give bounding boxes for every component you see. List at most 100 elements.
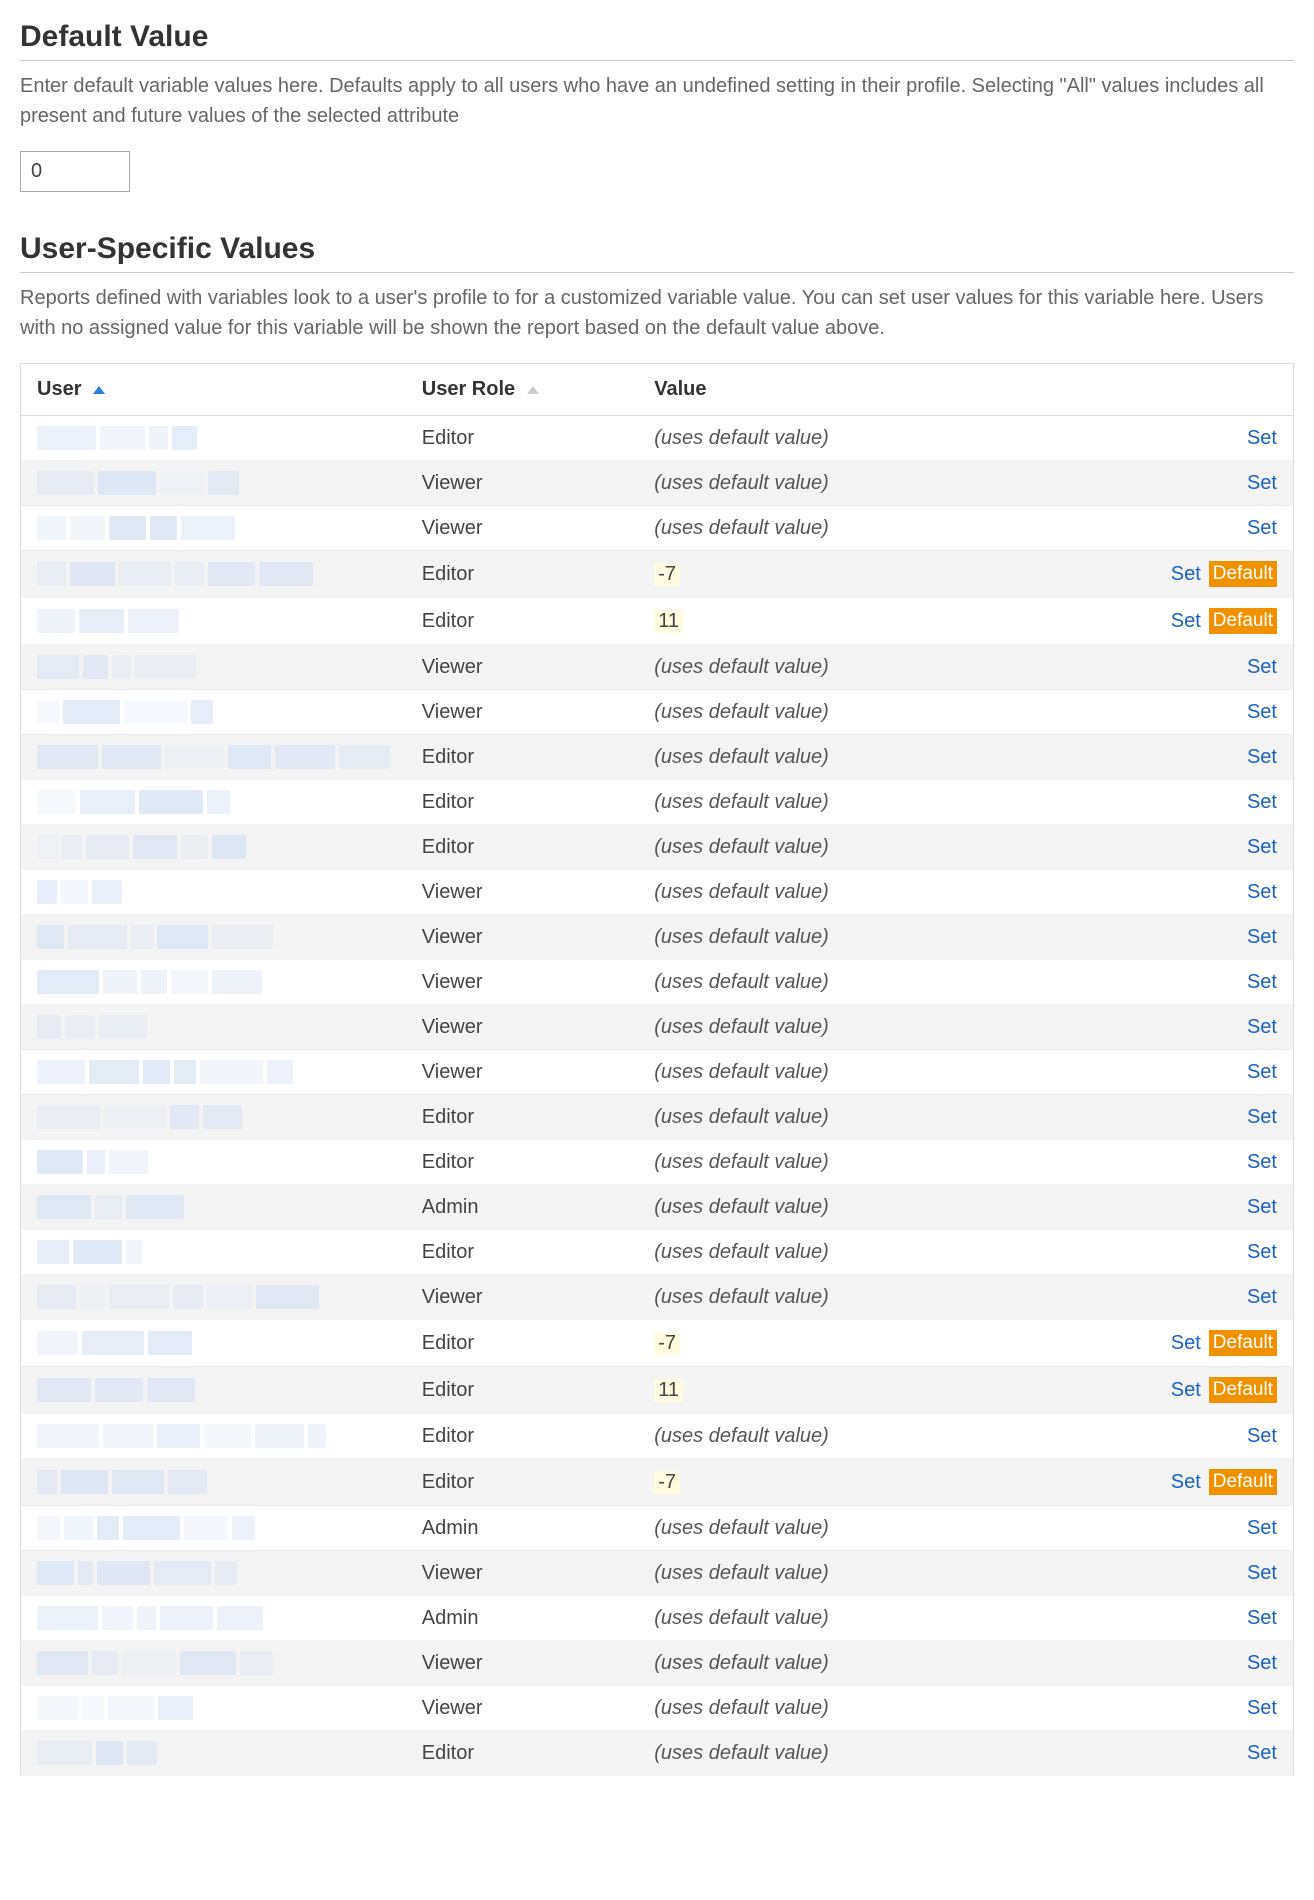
role-cell: Editor <box>406 551 638 598</box>
value-cell: (uses default value) Set <box>638 1140 1293 1185</box>
uses-default-text: (uses default value) <box>654 701 829 724</box>
default-button[interactable]: Default <box>1209 608 1277 634</box>
set-button[interactable]: Set <box>1247 1241 1277 1264</box>
user-redacted <box>37 1015 390 1039</box>
set-button[interactable]: Set <box>1247 746 1277 769</box>
value-cell: (uses default value) Set <box>638 1095 1293 1140</box>
user-redacted <box>37 1060 390 1084</box>
user-cell <box>21 1414 406 1459</box>
custom-value: -7 <box>654 1332 680 1355</box>
set-button[interactable]: Set <box>1247 1425 1277 1448</box>
set-button[interactable]: Set <box>1247 1652 1277 1675</box>
table-row: Editor(uses default value)Set <box>21 735 1294 780</box>
user-cell <box>21 1050 406 1095</box>
set-button[interactable]: Set <box>1247 836 1277 859</box>
role-cell: Admin <box>406 1506 638 1551</box>
table-row: Viewer (uses default value) Set <box>21 1641 1294 1686</box>
value-cell: 11SetDefault <box>638 1367 1293 1414</box>
set-button[interactable]: Set <box>1247 1061 1277 1084</box>
column-header-role[interactable]: User Role <box>406 364 638 416</box>
value-cell: (uses default value)Set <box>638 1551 1293 1596</box>
set-button[interactable]: Set <box>1171 1379 1201 1402</box>
table-row: Editor(uses default value)Set <box>21 1731 1294 1776</box>
set-button[interactable]: Set <box>1247 1286 1277 1309</box>
uses-default-text: (uses default value) <box>654 427 829 450</box>
user-redacted <box>37 655 390 679</box>
value-cell: (uses default value) Set <box>638 825 1293 870</box>
column-header-role-label: User Role <box>422 378 515 400</box>
uses-default-text: (uses default value) <box>654 1151 829 1174</box>
role-cell: Viewer <box>406 1641 638 1686</box>
set-button[interactable]: Set <box>1247 1196 1277 1219</box>
set-button[interactable]: Set <box>1247 1562 1277 1585</box>
user-redacted <box>37 1651 390 1675</box>
value-cell: (uses default value)Set <box>638 735 1293 780</box>
user-cell <box>21 551 406 598</box>
set-button[interactable]: Set <box>1247 1106 1277 1129</box>
uses-default-text: (uses default value) <box>654 836 829 859</box>
set-button[interactable]: Set <box>1247 971 1277 994</box>
user-cell <box>21 1506 406 1551</box>
table-row: Viewer(uses default value)Set <box>21 870 1294 915</box>
set-button[interactable]: Set <box>1247 881 1277 904</box>
column-header-value[interactable]: Value <box>638 364 1293 416</box>
user-cell <box>21 870 406 915</box>
default-value-description: Enter default variable values here. Defa… <box>20 71 1294 131</box>
set-button[interactable]: Set <box>1171 563 1201 586</box>
set-button[interactable]: Set <box>1171 1332 1201 1355</box>
role-cell: Editor <box>406 1459 638 1506</box>
set-button[interactable]: Set <box>1247 1517 1277 1540</box>
table-row: Viewer(uses default value)Set <box>21 1275 1294 1320</box>
value-cell: (uses default value)Set <box>638 780 1293 825</box>
default-button[interactable]: Default <box>1209 1377 1277 1403</box>
user-cell <box>21 735 406 780</box>
set-button[interactable]: Set <box>1247 1016 1277 1039</box>
value-cell: (uses default value)Set <box>638 461 1293 506</box>
set-button[interactable]: Set <box>1247 1607 1277 1630</box>
set-button[interactable]: Set <box>1247 656 1277 679</box>
user-cell <box>21 1641 406 1686</box>
uses-default-text: (uses default value) <box>654 1517 829 1540</box>
user-redacted <box>37 609 390 633</box>
role-cell: Editor <box>406 735 638 780</box>
set-button[interactable]: Set <box>1247 926 1277 949</box>
set-button[interactable]: Set <box>1247 701 1277 724</box>
default-button[interactable]: Default <box>1209 1469 1277 1495</box>
user-redacted <box>37 1516 390 1540</box>
user-redacted <box>37 745 390 769</box>
default-button[interactable]: Default <box>1209 561 1277 587</box>
default-value-input[interactable] <box>20 151 130 192</box>
sort-none-icon <box>527 386 539 394</box>
value-cell: (uses default value)Set <box>638 1050 1293 1095</box>
user-cell <box>21 780 406 825</box>
value-cell: (uses default value)Set <box>638 870 1293 915</box>
role-cell: Viewer <box>406 506 638 551</box>
set-button[interactable]: Set <box>1247 1697 1277 1720</box>
table-row: Editor (uses default value) Set <box>21 416 1294 461</box>
column-header-user-label: User <box>37 378 81 400</box>
value-cell: 11 Set Default <box>638 598 1293 645</box>
user-cell <box>21 461 406 506</box>
default-button[interactable]: Default <box>1209 1330 1277 1356</box>
value-cell: (uses default value)Set <box>638 1185 1293 1230</box>
set-button[interactable]: Set <box>1247 1151 1277 1174</box>
set-button[interactable]: Set <box>1171 1471 1201 1494</box>
set-button[interactable]: Set <box>1247 472 1277 495</box>
uses-default-text: (uses default value) <box>654 1652 829 1675</box>
uses-default-text: (uses default value) <box>654 1106 829 1129</box>
user-cell <box>21 598 406 645</box>
set-button[interactable]: Set <box>1247 427 1277 450</box>
column-header-user[interactable]: User <box>21 364 406 416</box>
set-button[interactable]: Set <box>1247 791 1277 814</box>
user-cell <box>21 915 406 960</box>
custom-value: 11 <box>654 610 683 633</box>
set-button[interactable]: Set <box>1247 1742 1277 1765</box>
set-button[interactable]: Set <box>1247 517 1277 540</box>
role-cell: Editor <box>406 1140 638 1185</box>
user-cell <box>21 1731 406 1776</box>
set-button[interactable]: Set <box>1171 610 1201 633</box>
role-cell: Editor <box>406 416 638 461</box>
value-cell: (uses default value)Set <box>638 506 1293 551</box>
role-cell: Viewer <box>406 1275 638 1320</box>
user-redacted <box>37 790 390 814</box>
